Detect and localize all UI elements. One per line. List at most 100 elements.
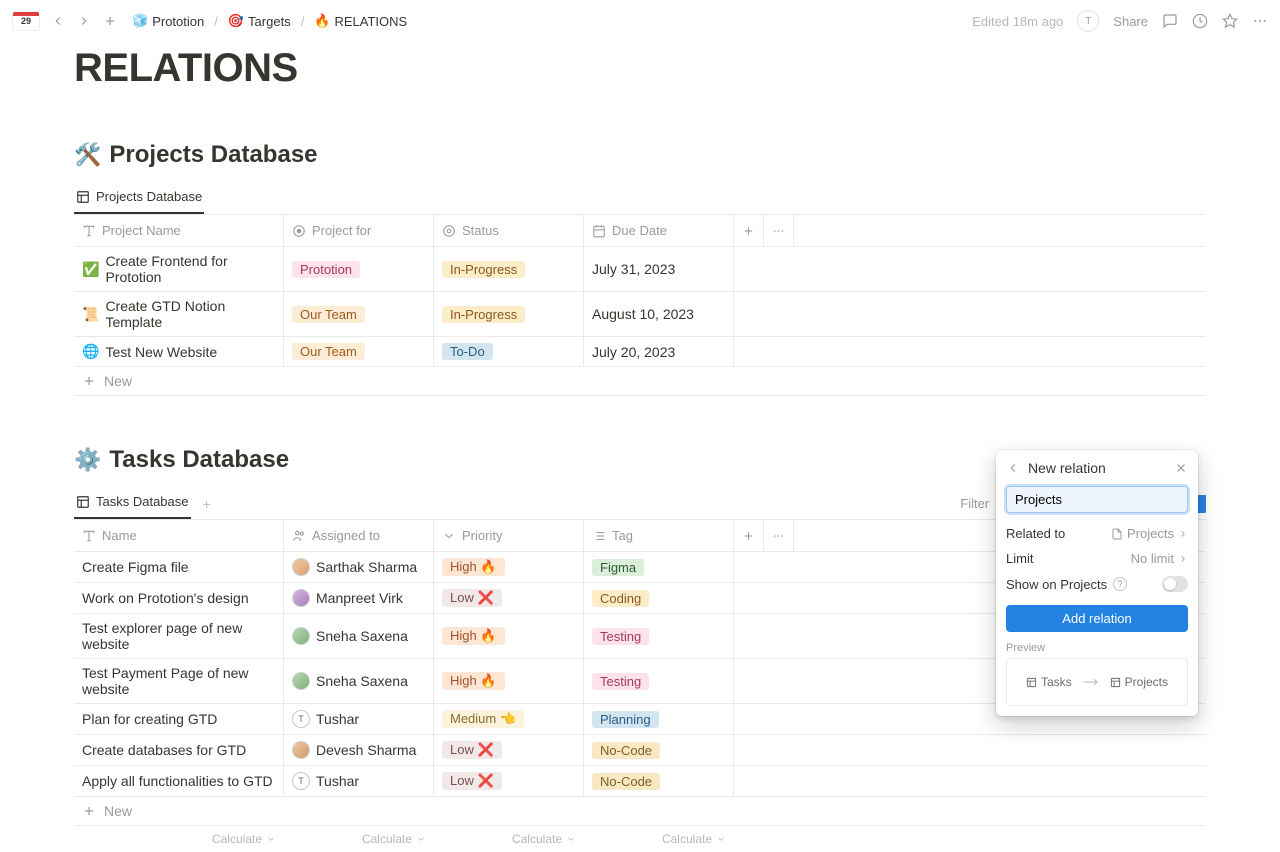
breadcrumb-prototion[interactable]: 🧊Prototion: [128, 11, 208, 31]
cell-assigned: TTushar: [284, 766, 434, 796]
projects-db-tab[interactable]: Projects Database: [74, 183, 204, 214]
column-tag[interactable]: Tag: [584, 520, 734, 551]
breadcrumb-label: RELATIONS: [335, 14, 408, 29]
tag-pill: No-Code: [592, 773, 660, 790]
cell-priority: Low ❌: [434, 583, 584, 613]
assignee-avatar: [292, 741, 310, 759]
more-icon[interactable]: [1252, 13, 1268, 29]
cell-name: 📜Create GTD Notion Template: [74, 292, 284, 336]
cell-name: Apply all functionalities to GTD: [74, 766, 284, 796]
add-column-button[interactable]: [734, 520, 764, 551]
calendar-icon[interactable]: 29: [12, 11, 40, 31]
row-icon: ✅: [82, 261, 99, 278]
calculate-button[interactable]: Calculate: [284, 826, 434, 852]
clock-icon[interactable]: [1192, 13, 1208, 29]
filter-button[interactable]: Filter: [960, 496, 989, 511]
breadcrumb-label: Prototion: [152, 14, 204, 29]
table-row[interactable]: Create databases for GTD Devesh Sharma L…: [74, 735, 1206, 766]
new-row-label: New: [104, 803, 132, 819]
project-name: Test New Website: [105, 344, 217, 360]
projects-db-toolbar: Projects Database: [74, 183, 1206, 215]
projects-table-header: Project Name Project for Status Due Date: [74, 215, 1206, 247]
cell-assigned: Sarthak Sharma: [284, 552, 434, 582]
tasks-new-row[interactable]: New: [74, 797, 1206, 826]
show-on-label: Show on Projects: [1006, 577, 1107, 592]
tab-label: Projects Database: [96, 189, 202, 204]
project-name: Create GTD Notion Template: [105, 298, 275, 330]
relation-name-input[interactable]: [1006, 486, 1188, 513]
column-assigned-to[interactable]: Assigned to: [284, 520, 434, 551]
close-icon[interactable]: [1174, 461, 1188, 475]
column-more-button[interactable]: [764, 520, 794, 551]
column-priority[interactable]: Priority: [434, 520, 584, 551]
back-icon[interactable]: [1006, 461, 1020, 475]
table-row[interactable]: 📜Create GTD Notion Template Our Team In-…: [74, 292, 1206, 337]
column-project-for[interactable]: Project for: [284, 215, 434, 246]
column-label: Name: [102, 528, 137, 543]
star-icon[interactable]: [1222, 13, 1238, 29]
topbar-left: 29 🧊Prototion / 🎯Targets / 🔥RELATIONS: [12, 11, 411, 31]
cell-spacer: [734, 735, 1206, 765]
table-row[interactable]: Apply all functionalities to GTD TTushar…: [74, 766, 1206, 797]
limit-label: Limit: [1006, 551, 1033, 566]
calculate-button[interactable]: Calculate: [434, 826, 584, 852]
column-label: Tag: [612, 528, 633, 543]
column-more-button[interactable]: [764, 215, 794, 246]
new-row-label: New: [104, 373, 132, 389]
section-heading: Tasks Database: [109, 446, 289, 474]
status-pill: To-Do: [442, 343, 493, 360]
cell-project-for: Prototion: [284, 247, 434, 291]
share-button[interactable]: Share: [1113, 14, 1148, 29]
tasks-db-tab[interactable]: Tasks Database: [74, 488, 191, 519]
calculate-button[interactable]: Calculate: [74, 826, 284, 852]
breadcrumb-relations[interactable]: 🔥RELATIONS: [310, 11, 411, 31]
calculate-button[interactable]: Calculate: [584, 826, 734, 852]
breadcrumb-icon: 🎯: [228, 13, 244, 29]
tag-pill: Planning: [592, 711, 659, 728]
cell-priority: High 🔥: [434, 614, 584, 658]
breadcrumb-targets[interactable]: 🎯Targets: [224, 11, 295, 31]
table-row[interactable]: 🌐Test New Website Our Team To-Do July 20…: [74, 337, 1206, 367]
tab-label: Tasks Database: [96, 494, 189, 509]
new-tab-icon[interactable]: [102, 13, 118, 29]
assignee-avatar: [292, 558, 310, 576]
related-to-value: Projects: [1111, 526, 1188, 541]
cell-name: ✅ Create Frontend for Prototion: [74, 247, 284, 291]
related-to-row[interactable]: Related to Projects: [1006, 521, 1188, 546]
table-row[interactable]: ✅ Create Frontend for Prototion Prototion…: [74, 247, 1206, 292]
column-project-name[interactable]: Project Name: [74, 215, 284, 246]
project-for-pill: Our Team: [292, 306, 365, 323]
user-avatar[interactable]: T: [1077, 10, 1099, 32]
assignee-avatar: [292, 589, 310, 607]
show-on-toggle[interactable]: [1162, 576, 1188, 592]
add-relation-button[interactable]: Add relation: [1006, 605, 1188, 632]
cell-tag: Testing: [584, 614, 734, 658]
assignee-avatar: [292, 672, 310, 690]
cell-tag: No-Code: [584, 766, 734, 796]
related-to-label: Related to: [1006, 526, 1065, 541]
column-due-date[interactable]: Due Date: [584, 215, 734, 246]
cell-name: 🌐 Test New Website: [74, 337, 284, 366]
limit-row[interactable]: Limit No limit: [1006, 546, 1188, 571]
add-view-button[interactable]: +: [199, 494, 215, 514]
projects-section-title: 🛠️ Projects Database: [74, 141, 1206, 169]
topbar: 29 🧊Prototion / 🎯Targets / 🔥RELATIONS Ed…: [0, 0, 1280, 42]
comment-icon[interactable]: [1162, 13, 1178, 29]
help-icon[interactable]: ?: [1113, 577, 1127, 591]
column-label: Project Name: [102, 223, 181, 238]
forward-icon[interactable]: [76, 13, 92, 29]
row-icon: 🌐: [82, 343, 99, 360]
project-name: Create Frontend for Prototion: [105, 253, 275, 285]
add-column-button[interactable]: [734, 215, 764, 246]
back-icon[interactable]: [50, 13, 66, 29]
cell-name: Test Payment Page of new website: [74, 659, 284, 703]
assignee-name: Tushar: [316, 711, 359, 727]
column-label: Assigned to: [312, 528, 380, 543]
cell-name: Work on Prototion's design: [74, 583, 284, 613]
projects-new-row[interactable]: New: [74, 367, 1206, 396]
cell-tag: No-Code: [584, 735, 734, 765]
column-status[interactable]: Status: [434, 215, 584, 246]
column-label: Priority: [462, 528, 502, 543]
column-name[interactable]: Name: [74, 520, 284, 551]
cell-status: In-Progress: [434, 247, 584, 291]
